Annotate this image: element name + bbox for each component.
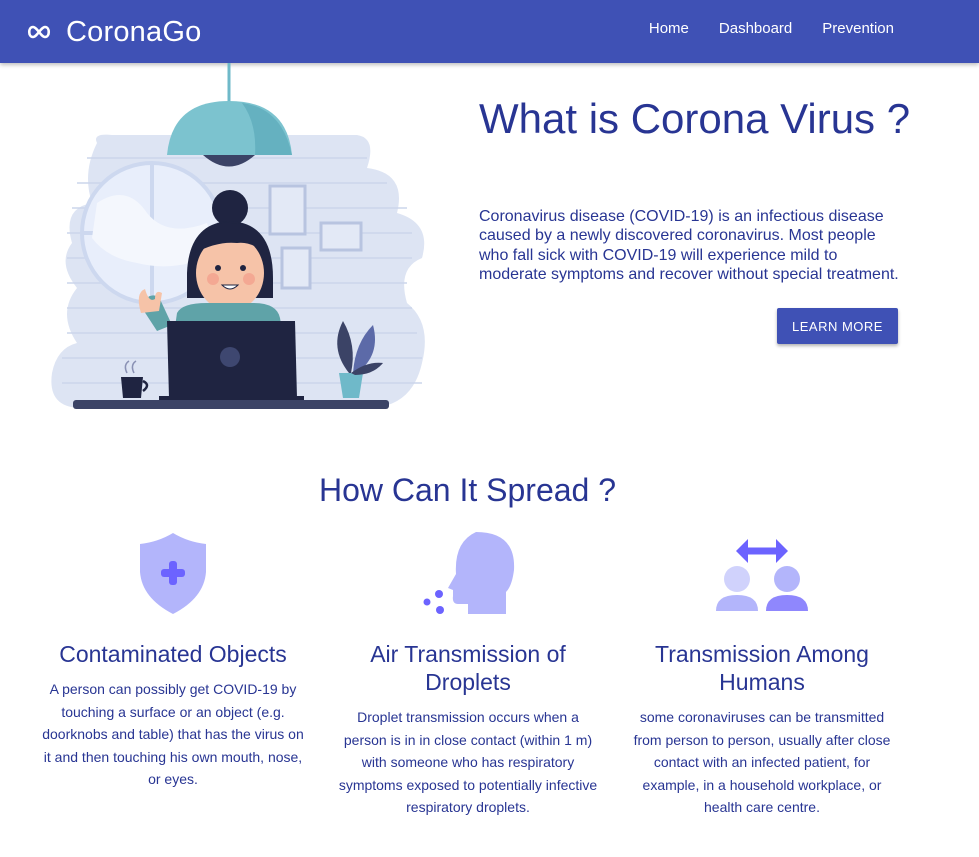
card-text: Droplet transmission occurs when a perso… bbox=[338, 709, 598, 815]
nav-link-home[interactable]: Home bbox=[649, 20, 689, 37]
card-title: Air Transmission of Droplets bbox=[370, 641, 566, 695]
card-title: Contaminated Objects bbox=[59, 641, 287, 667]
navbar: CoronaGo Home Dashboard Prevention bbox=[0, 0, 979, 63]
hero-title: What is Corona Virus ? bbox=[479, 95, 911, 142]
section-title: How Can It Spread ? bbox=[318, 472, 617, 508]
nav-links: Home Dashboard Prevention bbox=[619, 20, 894, 37]
card-title: Transmission Among Humans bbox=[655, 641, 869, 695]
shield-plus-icon bbox=[140, 532, 206, 614]
brand-name: CoronaGo bbox=[66, 15, 202, 48]
learn-more-button[interactable]: LEARN MORE bbox=[777, 308, 898, 344]
nav-link-prevention[interactable]: Prevention bbox=[822, 20, 894, 37]
hero-description: Coronavirus disease (COVID-19) is an inf… bbox=[479, 208, 899, 283]
brand-link[interactable]: CoronaGo bbox=[26, 13, 201, 51]
nav-link-dashboard[interactable]: Dashboard bbox=[719, 20, 792, 37]
card-text: A person can possibly get COVID-19 by to… bbox=[42, 681, 304, 787]
woman-at-laptop-illustration bbox=[51, 63, 425, 409]
card-text: some coronaviruses can be transmitted fr… bbox=[633, 709, 891, 815]
card-transmission-humans: Transmission Among Humans some coronavir… bbox=[627, 525, 897, 819]
infinity-icon bbox=[27, 25, 51, 39]
people-exchange-icon bbox=[716, 538, 808, 611]
card-air-transmission: Air Transmission of Droplets Droplet tra… bbox=[333, 525, 603, 819]
card-contaminated-objects: Contaminated Objects A person can possib… bbox=[38, 525, 308, 791]
head-droplets-icon bbox=[423, 531, 515, 614]
